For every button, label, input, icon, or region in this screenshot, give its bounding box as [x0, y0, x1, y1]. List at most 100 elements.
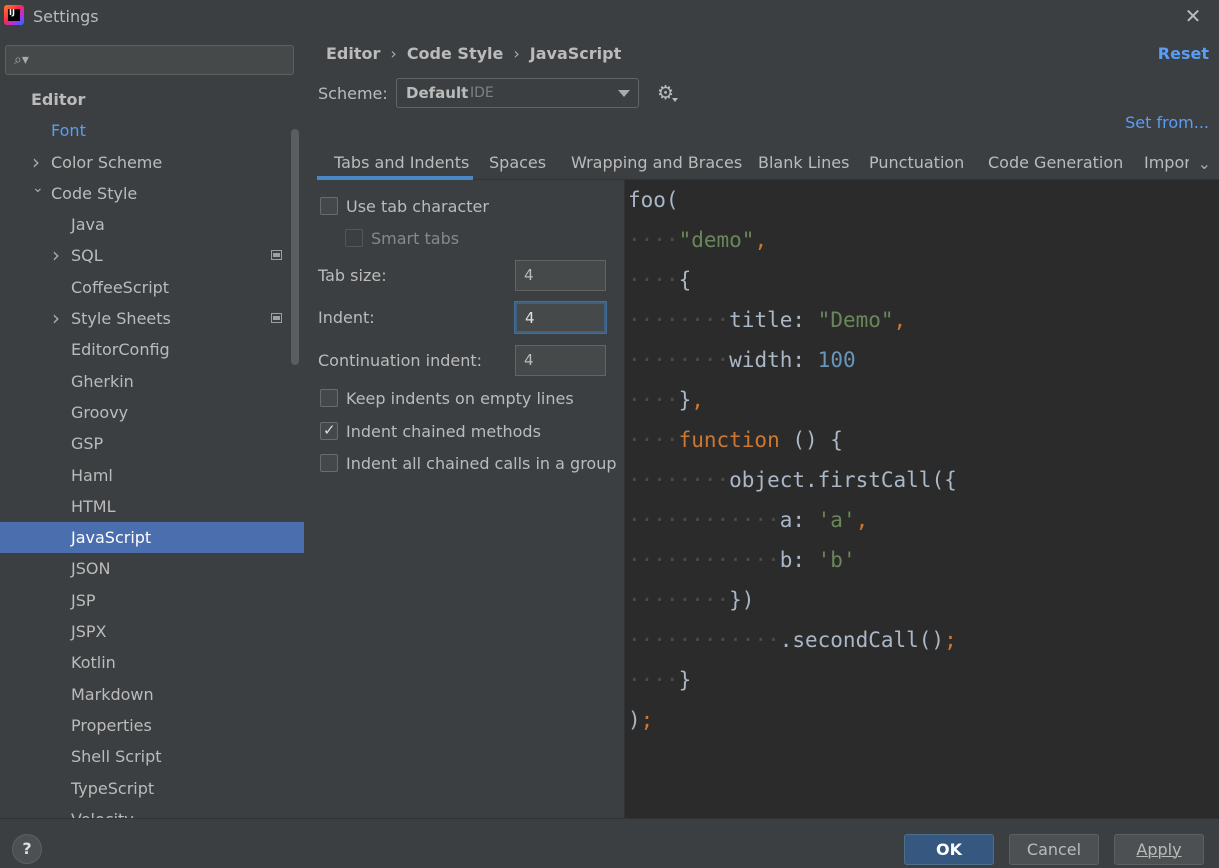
sidebar-item-html[interactable]: HTML — [0, 491, 304, 522]
sidebar-item-shell-script[interactable]: Shell Script — [0, 741, 304, 772]
tab-imports[interactable]: Imports — [1144, 153, 1189, 172]
sidebar-item-color-scheme[interactable]: › Color Scheme — [0, 147, 304, 178]
tab-punctuation[interactable]: Punctuation — [869, 153, 964, 172]
code-token: function — [678, 428, 780, 452]
code-preview[interactable]: foo(····"demo", ····{········title: "Demo… — [624, 180, 1219, 818]
code-line: ····"demo", — [628, 220, 767, 260]
code-token: width: — [729, 348, 818, 372]
use-tab-character-checkbox[interactable] — [320, 197, 338, 215]
code-token: , — [893, 308, 907, 332]
whitespace-marker: ············ — [628, 508, 780, 532]
tab-spaces[interactable]: Spaces — [489, 153, 546, 172]
scheme-dropdown[interactable]: Default IDE — [396, 78, 639, 108]
set-from-link[interactable]: Set from... — [1125, 113, 1209, 132]
breadcrumb-javascript: JavaScript — [529, 44, 622, 63]
scheme-value: Default — [406, 84, 469, 102]
sidebar-item-label: Haml — [71, 465, 113, 485]
breadcrumb-editor[interactable]: Editor — [326, 44, 380, 63]
title-bar: IJ Settings ✕ — [0, 0, 1219, 33]
apply-button[interactable]: Apply — [1114, 834, 1204, 865]
sidebar-item-label: Style Sheets — [71, 309, 171, 329]
indent-field[interactable]: 4 — [515, 302, 606, 333]
indent-chained-methods-label[interactable]: Indent chained methods — [346, 422, 541, 441]
sidebar-item-label: Velocity — [71, 810, 134, 818]
sidebar-item-font[interactable]: Font — [0, 115, 304, 146]
chevron-down-icon[interactable]: ⌄ — [1198, 154, 1211, 173]
sidebar-item-editor[interactable]: Editor — [0, 84, 304, 115]
tab-blank-lines[interactable]: Blank Lines — [758, 153, 849, 172]
sidebar-item-label: HTML — [71, 496, 116, 516]
sidebar-item-code-style[interactable]: ⌄ Code Style — [0, 178, 304, 209]
tab-size-label: Tab size: — [318, 266, 387, 285]
sidebar-item-label: Code Style — [51, 183, 138, 203]
help-icon[interactable]: ? — [12, 834, 42, 864]
smart-tabs-checkbox[interactable] — [345, 229, 363, 247]
chevron-down-icon[interactable]: ⌄ — [32, 173, 44, 204]
keep-indents-empty-lines-checkbox[interactable] — [320, 389, 338, 407]
indent-chained-group-checkbox[interactable] — [320, 454, 338, 472]
continuation-indent-field[interactable]: 4 — [515, 345, 606, 376]
sidebar-item-gherkin[interactable]: Gherkin — [0, 366, 304, 397]
chevron-right-icon[interactable]: › — [52, 240, 60, 271]
cancel-button[interactable]: Cancel — [1009, 834, 1099, 865]
preview-scrollbar[interactable] — [1209, 180, 1219, 818]
sidebar-item-typescript[interactable]: TypeScript — [0, 773, 304, 804]
use-tab-character-label[interactable]: Use tab character — [346, 197, 489, 216]
reset-link[interactable]: Reset — [1158, 44, 1209, 63]
tab-wrapping-and-braces[interactable]: Wrapping and Braces — [571, 153, 742, 172]
sidebar-item-haml[interactable]: Haml — [0, 460, 304, 491]
ok-button[interactable]: OK — [904, 834, 994, 865]
code-line: foo( — [628, 180, 679, 220]
keep-indents-empty-lines-label[interactable]: Keep indents on empty lines — [346, 389, 574, 408]
sidebar-item-gsp[interactable]: GSP — [0, 428, 304, 459]
sidebar-item-label: Font — [51, 121, 86, 141]
code-token: .secondCall() — [779, 628, 945, 652]
sidebar-item-properties[interactable]: Properties — [0, 710, 304, 741]
whitespace-marker: ···· — [628, 428, 679, 452]
sidebar-item-jspx[interactable]: JSPX — [0, 616, 304, 647]
code-token: ; — [640, 708, 654, 732]
sidebar-item-javascript[interactable]: JavaScript — [0, 522, 304, 554]
sidebar-item-markdown[interactable]: Markdown — [0, 679, 304, 710]
sidebar-item-label: Editor — [31, 90, 86, 109]
sidebar-item-label: GSP — [71, 434, 104, 454]
whitespace-marker: ········ — [628, 588, 730, 612]
smart-tabs-label[interactable]: Smart tabs — [371, 229, 459, 248]
sidebar-item-coffeescript[interactable]: CoffeeScript — [0, 272, 304, 303]
indent-chained-methods-checkbox[interactable] — [320, 421, 338, 440]
sidebar-item-label: Java — [71, 215, 105, 235]
sidebar-item-style-sheets[interactable]: › Style Sheets — [0, 303, 304, 334]
sidebar-item-sql[interactable]: › SQL — [0, 240, 304, 271]
settings-search[interactable]: ⌕▾ — [5, 45, 294, 75]
code-token: , — [855, 508, 869, 532]
code-token: } — [678, 668, 692, 692]
breadcrumb-separator: › — [390, 44, 397, 63]
dialog-footer: ? OK Cancel Apply — [0, 818, 1219, 868]
sidebar-item-label: Markdown — [71, 684, 154, 704]
whitespace-marker: ············ — [628, 548, 780, 572]
code-line: ············a: 'a', — [628, 500, 868, 540]
whitespace-marker: ···· — [628, 668, 679, 692]
close-icon[interactable]: ✕ — [1181, 4, 1205, 28]
sidebar-item-kotlin[interactable]: Kotlin — [0, 647, 304, 678]
indent-chained-group-label[interactable]: Indent all chained calls in a group — [346, 454, 617, 473]
sidebar-item-editorconfig[interactable]: EditorConfig — [0, 334, 304, 365]
sidebar-item-groovy[interactable]: Groovy — [0, 397, 304, 428]
breadcrumb-code-style[interactable]: Code Style — [407, 44, 504, 63]
sidebar-scrollbar[interactable] — [291, 129, 299, 365]
sidebar-item-jsp[interactable]: JSP — [0, 585, 304, 616]
sidebar-item-json[interactable]: JSON — [0, 553, 304, 584]
sidebar-item-velocity[interactable]: Velocity — [0, 804, 304, 818]
tabs-and-indents-options: Use tab character Smart tabs Tab size: 4… — [304, 180, 624, 818]
sidebar-item-label: SQL — [71, 246, 103, 266]
code-token: 100 — [817, 348, 856, 372]
search-input[interactable] — [40, 50, 280, 70]
code-token: "Demo" — [817, 308, 894, 332]
sidebar-item-label: Shell Script — [71, 747, 162, 767]
chevron-right-icon[interactable]: › — [52, 303, 60, 334]
tab-size-field[interactable]: 4 — [515, 260, 606, 291]
tab-code-generation[interactable]: Code Generation — [988, 153, 1123, 172]
sidebar-item-label: TypeScript — [71, 778, 155, 798]
tab-tabs-and-indents[interactable]: Tabs and Indents — [334, 153, 469, 172]
sidebar-item-java[interactable]: Java — [0, 209, 304, 240]
